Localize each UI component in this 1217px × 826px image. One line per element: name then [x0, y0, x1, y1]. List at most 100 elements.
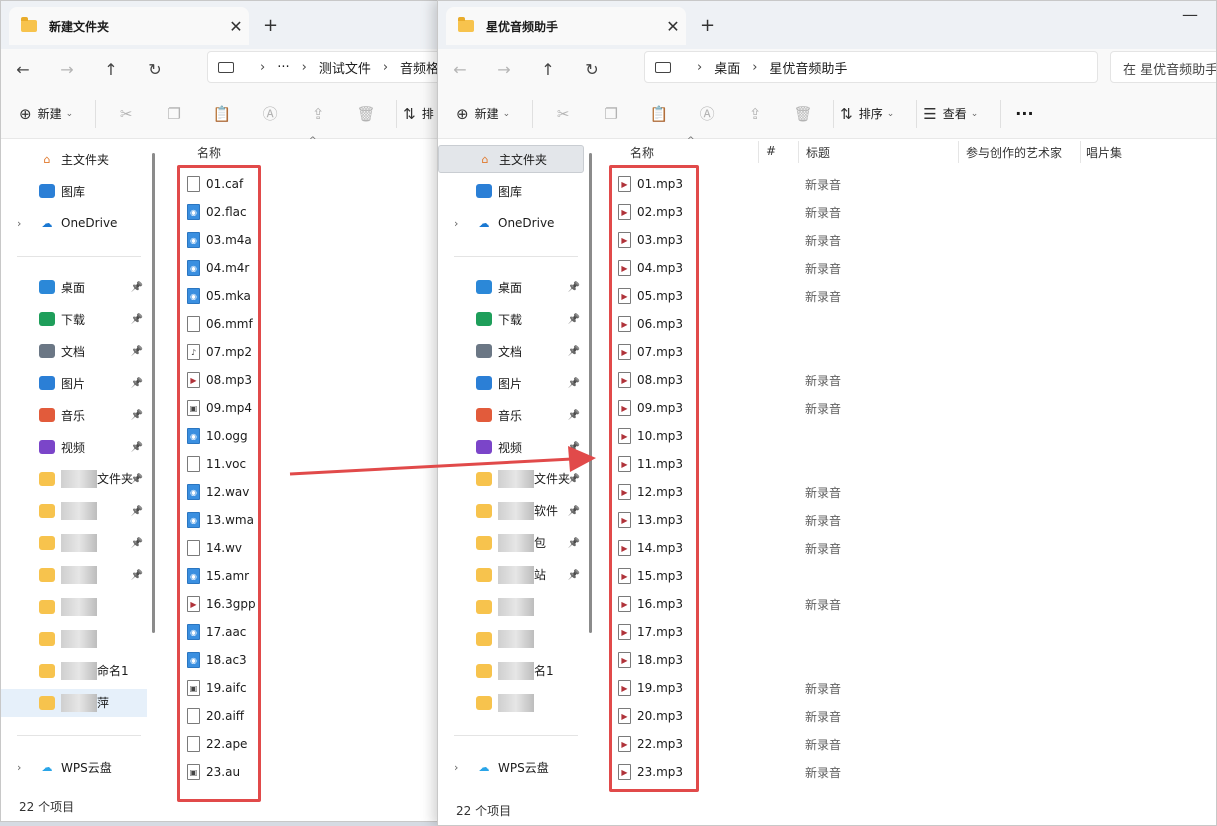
share-icon[interactable]: ⇪	[731, 105, 779, 123]
new-button[interactable]: ⊕ 新建 ⌄	[456, 105, 510, 123]
sidebar-item-music[interactable]: 音乐 📌	[438, 401, 584, 429]
close-tab-icon[interactable]: ✕	[660, 17, 686, 36]
sidebar-item-document[interactable]: 文档 📌	[1, 337, 147, 365]
sidebar-item-onedrive[interactable]: › ☁ OneDrive	[1, 209, 147, 237]
forward-button[interactable]: →	[45, 60, 89, 79]
breadcrumb-item[interactable]: 测试文件	[319, 58, 371, 77]
sidebar-item-folder[interactable]: 萍	[1, 689, 147, 717]
column-divider[interactable]	[958, 141, 959, 163]
sidebar-item-wps[interactable]: › ☁ WPS云盘	[438, 753, 584, 781]
sidebar-item-folder[interactable]: 📌	[1, 561, 147, 589]
sidebar-item-videos[interactable]: 视频 📌	[438, 433, 584, 461]
sidebar-item-folder[interactable]	[1, 625, 147, 653]
column-title[interactable]: 标题	[806, 144, 830, 161]
address-bar[interactable]: › ··· › 测试文件 › 音频格	[207, 51, 459, 83]
pin-icon: 📌	[130, 313, 143, 325]
view-button[interactable]: ☰ 查看 ⌄	[923, 105, 978, 123]
sidebar-item-folder[interactable]: 站 📌	[438, 561, 584, 589]
sidebar-item-folder[interactable]: 📌	[1, 497, 147, 525]
sidebar-item-download[interactable]: 下载 📌	[1, 305, 147, 333]
sidebar-item-onedrive[interactable]: › ☁ OneDrive	[438, 209, 584, 237]
tab-active[interactable]: 新建文件夹 ✕	[9, 7, 249, 45]
sidebar-item-desktop[interactable]: 桌面 📌	[1, 273, 147, 301]
sidebar-item-home[interactable]: ⌂ 主文件夹	[1, 145, 147, 173]
column-name[interactable]: 名称	[630, 144, 654, 161]
back-button[interactable]: ←	[438, 60, 482, 79]
sidebar-item-folder[interactable]	[438, 689, 584, 717]
delete-icon[interactable]: 🗑	[342, 105, 390, 123]
search-input[interactable]: 在 星优音频助手	[1110, 51, 1216, 83]
column-artists[interactable]: 参与创作的艺术家	[966, 144, 1062, 161]
scrollbar[interactable]	[589, 153, 592, 633]
rename-icon[interactable]: Ⓐ	[246, 103, 294, 124]
back-button[interactable]: ←	[1, 60, 45, 79]
sidebar-item-music[interactable]: 音乐 📌	[1, 401, 147, 429]
sidebar-item-label: 软件	[498, 502, 558, 521]
minimize-button[interactable]: —	[1182, 5, 1198, 24]
divider	[916, 99, 918, 128]
sidebar-item-folder[interactable]: 软件 📌	[438, 497, 584, 525]
copy-icon[interactable]: ❐	[587, 105, 635, 123]
sidebar-item-videos[interactable]: 视频 📌	[1, 433, 147, 461]
sort-button[interactable]: ⇅ 排	[403, 105, 434, 123]
sidebar-item-folder[interactable]: 文件夹 📌	[438, 465, 584, 493]
refresh-button[interactable]: ↻	[570, 60, 614, 79]
new-tab-button[interactable]: +	[263, 15, 278, 36]
sidebar-item-folder[interactable]	[1, 593, 147, 621]
cut-icon[interactable]: ✂	[102, 105, 150, 123]
scrollbar[interactable]	[152, 153, 155, 633]
sort-button[interactable]: ⇅ 排序 ⌄	[840, 105, 894, 123]
tab-active[interactable]: 星优音频助手 ✕	[446, 7, 686, 45]
column-number[interactable]: #	[766, 144, 776, 158]
column-name[interactable]: 名称	[197, 144, 221, 161]
chevron-down-icon: ⌄	[65, 108, 74, 119]
sidebar-item-folder[interactable]: 文件夹 📌	[1, 465, 147, 493]
breadcrumb-item[interactable]: 星优音频助手	[769, 58, 847, 77]
column-divider[interactable]	[798, 141, 799, 163]
sidebar-item-home[interactable]: ⌂ 主文件夹	[438, 145, 584, 173]
sidebar-item-folder[interactable]: 名1	[438, 657, 584, 685]
breadcrumb-more[interactable]: ···	[277, 60, 289, 75]
chevron-right-icon[interactable]: ›	[454, 217, 458, 230]
cut-icon[interactable]: ✂	[539, 105, 587, 123]
new-tab-button[interactable]: +	[700, 15, 715, 36]
chevron-right-icon[interactable]: ›	[454, 761, 458, 774]
sidebar-item-folder[interactable]	[438, 625, 584, 653]
breadcrumb-item[interactable]: 桌面	[714, 58, 740, 77]
refresh-button[interactable]: ↻	[133, 60, 177, 79]
sidebar-item-folder[interactable]	[438, 593, 584, 621]
chevron-right-icon[interactable]: ›	[17, 761, 21, 774]
paste-icon[interactable]: 📋	[198, 105, 246, 123]
column-divider[interactable]	[1080, 141, 1081, 163]
address-bar[interactable]: › 桌面 › 星优音频助手	[644, 51, 1098, 83]
copy-icon[interactable]: ❐	[150, 105, 198, 123]
sidebar-item-document[interactable]: 文档 📌	[438, 337, 584, 365]
tab-title: 星优音频助手	[486, 19, 559, 34]
close-tab-icon[interactable]: ✕	[223, 17, 249, 36]
share-icon[interactable]: ⇪	[294, 105, 342, 123]
rename-icon[interactable]: Ⓐ	[683, 103, 731, 124]
sidebar-item-desktop[interactable]: 桌面 📌	[438, 273, 584, 301]
sidebar-item-pictures[interactable]: 图片 📌	[438, 369, 584, 397]
column-divider[interactable]	[758, 141, 759, 163]
more-options-button[interactable]: ···	[1015, 104, 1033, 123]
column-album[interactable]: 唱片集	[1086, 144, 1122, 161]
sidebar-item-folder[interactable]: 命名1	[1, 657, 147, 685]
sidebar-item-wps[interactable]: › ☁ WPS云盘	[1, 753, 147, 781]
chevron-down-icon: ⌄	[502, 108, 511, 119]
sidebar-item-download[interactable]: 下载 📌	[438, 305, 584, 333]
delete-icon[interactable]: 🗑	[779, 105, 827, 123]
sidebar-item-folder[interactable]: 包 📌	[438, 529, 584, 557]
sidebar-item-gallery[interactable]: 图库	[1, 177, 147, 205]
breadcrumb-item[interactable]: 音频格	[400, 58, 439, 77]
sidebar-item-folder[interactable]: 📌	[1, 529, 147, 557]
chevron-right-icon[interactable]: ›	[17, 217, 21, 230]
sidebar-item-label: 桌面	[498, 280, 523, 295]
sidebar-item-gallery[interactable]: 图库	[438, 177, 584, 205]
forward-button[interactable]: →	[482, 60, 526, 79]
paste-icon[interactable]: 📋	[635, 105, 683, 123]
sidebar-item-pictures[interactable]: 图片 📌	[1, 369, 147, 397]
up-button[interactable]: ↑	[89, 60, 133, 79]
new-button[interactable]: ⊕ 新建 ⌄	[19, 105, 73, 123]
up-button[interactable]: ↑	[526, 60, 570, 79]
